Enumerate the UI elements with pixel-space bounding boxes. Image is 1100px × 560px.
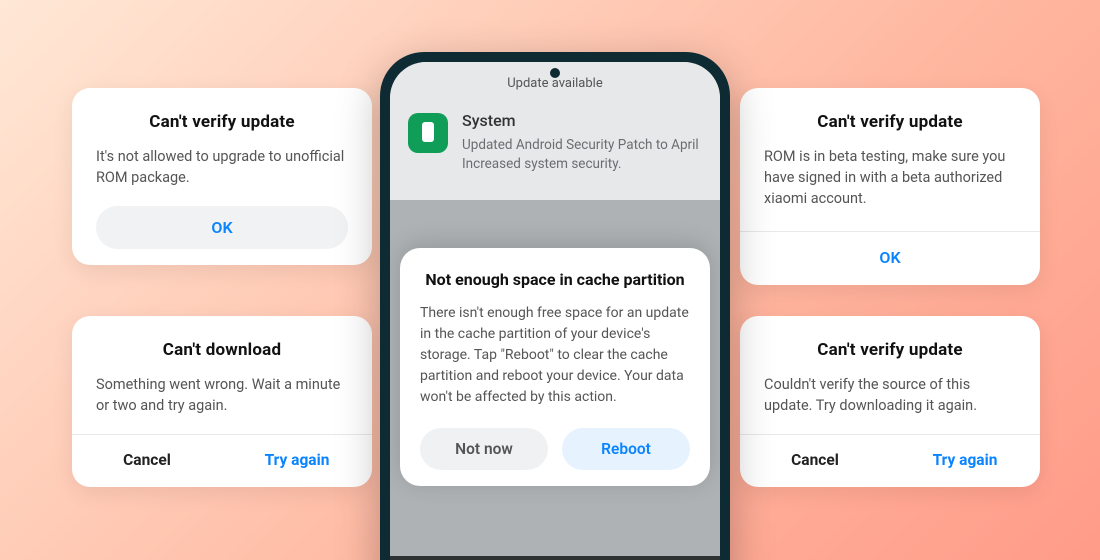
reboot-button[interactable]: Reboot [562, 428, 690, 470]
phone-screen: Update available System Updated Android … [390, 62, 720, 560]
modal-actions: Not now Reboot [420, 428, 690, 470]
try-again-button[interactable]: Try again [222, 435, 372, 487]
ok-button[interactable]: OK [740, 231, 1040, 285]
ok-button[interactable]: OK [96, 206, 348, 249]
dialog-verify-beta-rom: Can't verify update ROM is in beta testi… [740, 88, 1040, 285]
phone-frame: Update available System Updated Android … [380, 52, 730, 560]
stage: Can't verify update It's not allowed to … [0, 0, 1100, 560]
update-summary-block: System Updated Android Security Patch to… [390, 97, 720, 200]
not-now-button[interactable]: Not now [420, 428, 548, 470]
dialog-title: Can't download [96, 340, 348, 360]
dialog-actions: Cancel Try again [72, 434, 372, 487]
dialog-body: ROM is in beta testing, make sure you ha… [764, 146, 1016, 209]
dialog-cant-download: Can't download Something went wrong. Wai… [72, 316, 372, 487]
cancel-button[interactable]: Cancel [72, 435, 222, 487]
dialog-verify-source: Can't verify update Couldn't verify the … [740, 316, 1040, 487]
dialog-actions: Cancel Try again [740, 434, 1040, 487]
dialog-verify-unofficial-rom: Can't verify update It's not allowed to … [72, 88, 372, 265]
try-again-button[interactable]: Try again [890, 435, 1040, 487]
dialog-title: Can't verify update [96, 112, 348, 132]
android-nav-bar [390, 556, 720, 560]
cancel-button[interactable]: Cancel [740, 435, 890, 487]
system-app-icon [408, 113, 448, 153]
dialog-body: It's not allowed to upgrade to unofficia… [96, 146, 348, 188]
cache-space-modal: Not enough space in cache partition Ther… [400, 248, 710, 486]
camera-notch [550, 68, 560, 78]
dialog-title: Can't verify update [764, 112, 1016, 132]
modal-title: Not enough space in cache partition [420, 270, 690, 289]
system-label: System [462, 111, 702, 130]
dialog-title: Can't verify update [764, 340, 1016, 360]
dialog-body: Something went wrong. Wait a minute or t… [96, 374, 348, 416]
system-description: Updated Android Security Patch to April … [462, 136, 702, 174]
update-summary-text: System Updated Android Security Patch to… [462, 111, 702, 174]
dialog-body: Couldn't verify the source of this updat… [764, 374, 1016, 416]
modal-body: There isn't enough free space for an upd… [420, 303, 690, 408]
